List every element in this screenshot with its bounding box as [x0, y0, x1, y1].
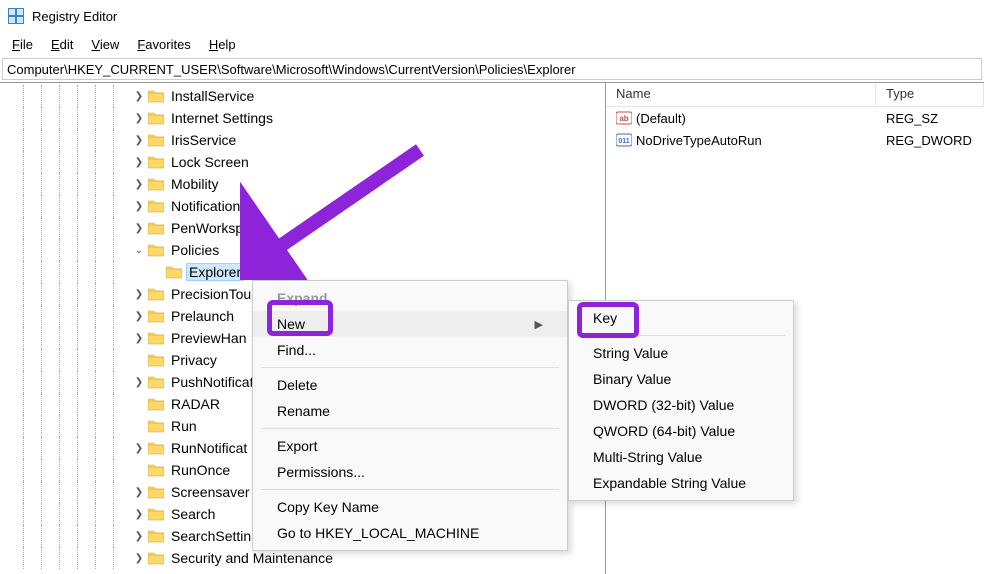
expander-icon[interactable] — [150, 265, 164, 279]
tree-item-irisservice[interactable]: ❯ IrisService — [0, 129, 605, 151]
expander-icon[interactable]: ❯ — [132, 507, 146, 521]
tree-item-label: IrisService — [168, 131, 239, 149]
expander-icon[interactable] — [132, 463, 146, 477]
tree-item-label: Internet Settings — [168, 109, 276, 127]
tree-item-label: Prelaunch — [168, 307, 237, 325]
tree-item-installservice[interactable]: ❯ InstallService — [0, 85, 605, 107]
tree-item-label: RADAR — [168, 395, 223, 413]
list-row[interactable]: 011 NoDriveTypeAutoRun REG_DWORD — [606, 129, 984, 151]
list-row[interactable]: ab (Default) REG_SZ — [606, 107, 984, 129]
ctx-new-multistring[interactable]: Multi-String Value — [569, 444, 793, 470]
tree-item-label: SearchSettin — [168, 527, 254, 545]
ctx-new-qword[interactable]: QWORD (64-bit) Value — [569, 418, 793, 444]
tree-item-label: InstallService — [168, 87, 257, 105]
tree-item-internet-settings[interactable]: ❯ Internet Settings — [0, 107, 605, 129]
expander-icon[interactable]: ⌄ — [132, 243, 146, 257]
ctx-new-string[interactable]: String Value — [569, 340, 793, 366]
address-text: Computer\HKEY_CURRENT_USER\Software\Micr… — [7, 62, 576, 77]
ctx-new-dword[interactable]: DWORD (32-bit) Value — [569, 392, 793, 418]
expander-icon[interactable] — [132, 419, 146, 433]
tree-item-label: PenWorkspace — [168, 219, 269, 237]
ctx-rename[interactable]: Rename — [253, 398, 567, 424]
window-title: Registry Editor — [32, 9, 117, 24]
ctx-new-key[interactable]: Key — [569, 305, 793, 331]
context-menu-new: Key String Value Binary Value DWORD (32-… — [568, 300, 794, 501]
tree-item-label: Privacy — [168, 351, 220, 369]
submenu-arrow-icon: ▶ — [535, 318, 543, 331]
menu-view[interactable]: View — [83, 35, 127, 54]
menubar: File Edit View Favorites Help — [0, 32, 984, 56]
value-name: NoDriveTypeAutoRun — [636, 133, 762, 148]
svg-text:ab: ab — [619, 114, 628, 123]
ctx-copy-key-name[interactable]: Copy Key Name — [253, 494, 567, 520]
expander-icon[interactable] — [132, 353, 146, 367]
tree-item-label: Mobility — [168, 175, 221, 193]
value-type: REG_SZ — [876, 111, 984, 126]
column-type[interactable]: Type — [876, 83, 984, 106]
menu-help[interactable]: Help — [201, 35, 244, 54]
tree-item-mobility[interactable]: ❯ Mobility — [0, 173, 605, 195]
expander-icon[interactable]: ❯ — [132, 309, 146, 323]
tree-item-label: PrecisionTou — [168, 285, 254, 303]
tree-item-notifications[interactable]: ❯ Notifications — [0, 195, 605, 217]
expander-icon[interactable]: ❯ — [132, 287, 146, 301]
tree-item-label: Explorer — [186, 263, 244, 281]
titlebar: Registry Editor — [0, 0, 984, 32]
expander-icon[interactable]: ❯ — [132, 133, 146, 147]
menu-favorites[interactable]: Favorites — [129, 35, 198, 54]
separator — [261, 489, 559, 490]
expander-icon[interactable]: ❯ — [132, 375, 146, 389]
tree-item-label: Run — [168, 417, 200, 435]
tree-item-label: Security and Maintenance — [168, 549, 336, 567]
list-header: Name Type — [606, 83, 984, 107]
expander-icon[interactable]: ❯ — [132, 177, 146, 191]
tree-item-label: RunOnce — [168, 461, 233, 479]
ctx-delete[interactable]: Delete — [253, 372, 567, 398]
tree-item-policies[interactable]: ⌄ Policies — [0, 239, 605, 261]
ctx-goto-hklm[interactable]: Go to HKEY_LOCAL_MACHINE — [253, 520, 567, 546]
ctx-expand: Expand — [253, 285, 567, 311]
ctx-new-binary[interactable]: Binary Value — [569, 366, 793, 392]
expander-icon[interactable]: ❯ — [132, 89, 146, 103]
tree-item-label: Policies — [168, 241, 222, 259]
menu-file[interactable]: File — [4, 35, 41, 54]
tree-item-label: Lock Screen — [168, 153, 252, 171]
expander-icon[interactable]: ❯ — [132, 529, 146, 543]
address-bar[interactable]: Computer\HKEY_CURRENT_USER\Software\Micr… — [2, 58, 982, 80]
ctx-new[interactable]: New▶ — [253, 311, 567, 337]
expander-icon[interactable]: ❯ — [132, 111, 146, 125]
app-icon — [8, 8, 24, 24]
ctx-export[interactable]: Export — [253, 433, 567, 459]
expander-icon[interactable] — [132, 397, 146, 411]
tree-item-label: PushNotificat — [168, 373, 256, 391]
ctx-new-expandable[interactable]: Expandable String Value — [569, 470, 793, 496]
separator — [261, 367, 559, 368]
expander-icon[interactable]: ❯ — [132, 441, 146, 455]
expander-icon[interactable]: ❯ — [132, 485, 146, 499]
value-type: REG_DWORD — [876, 133, 984, 148]
tree-item-label: Screensaver — [168, 483, 253, 501]
expander-icon[interactable]: ❯ — [132, 199, 146, 213]
tree-item-label: PreviewHan — [168, 329, 249, 347]
ctx-permissions[interactable]: Permissions... — [253, 459, 567, 485]
value-name: (Default) — [636, 111, 686, 126]
tree-item-label: RunNotificat — [168, 439, 250, 457]
tree-item-label: Notifications — [168, 197, 250, 215]
tree-item-penworkspace[interactable]: ❯ PenWorkspace — [0, 217, 605, 239]
ctx-find[interactable]: Find... — [253, 337, 567, 363]
separator — [577, 335, 785, 336]
expander-icon[interactable]: ❯ — [132, 331, 146, 345]
menu-edit[interactable]: Edit — [43, 35, 81, 54]
context-menu-key: Expand New▶ Find... Delete Rename Export… — [252, 280, 568, 551]
expander-icon[interactable]: ❯ — [132, 155, 146, 169]
svg-text:011: 011 — [618, 138, 629, 145]
tree-item-label: Search — [168, 505, 218, 523]
expander-icon[interactable]: ❯ — [132, 221, 146, 235]
tree-item-lock-screen[interactable]: ❯ Lock Screen — [0, 151, 605, 173]
expander-icon[interactable]: ❯ — [132, 551, 146, 565]
column-name[interactable]: Name — [606, 83, 876, 106]
separator — [261, 428, 559, 429]
